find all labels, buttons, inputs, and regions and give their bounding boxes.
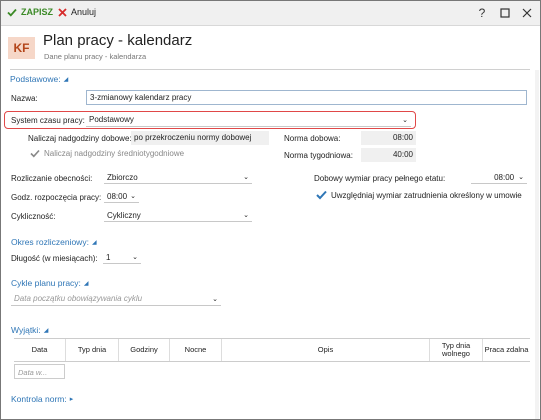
check-icon: [7, 8, 17, 17]
work-time-system-select[interactable]: Podstawowy ⌄: [86, 113, 411, 127]
chevron-down-icon: ⌄: [518, 174, 524, 181]
maximize-icon: [500, 8, 510, 18]
length-select[interactable]: 1 ⌄: [103, 251, 141, 264]
daily-fulltime-value: 08:00: [494, 172, 515, 182]
exception-date-placeholder: Data w...: [18, 368, 48, 377]
divider: [10, 69, 530, 70]
expand-icon: ▸: [69, 396, 74, 403]
overtime-daily-label: Naliczaj nadgodziny dobowe:: [28, 134, 132, 143]
save-label: ZAPISZ: [21, 7, 54, 17]
column-header-date[interactable]: Data: [14, 339, 66, 361]
collapse-icon: ◢: [43, 327, 49, 334]
section-cycles-title: Cykle planu pracy:: [11, 278, 81, 288]
name-value: 3-zmianowy kalendarz pracy: [90, 93, 192, 102]
weekly-norm-label: Norma tygodniowa:: [284, 151, 353, 160]
help-icon: ?: [478, 6, 486, 20]
chevron-down-icon: ⌄: [243, 174, 249, 181]
section-norm-control-toggle[interactable]: Kontrola norm: ▸: [11, 394, 73, 404]
chevron-down-icon: ⌄: [130, 193, 136, 200]
section-norm-control-title: Kontrola norm:: [11, 394, 67, 404]
column-header-day-type[interactable]: Typ dnia: [66, 339, 119, 361]
column-header-day-off-type[interactable]: Typ dnia wolnego: [430, 339, 483, 361]
help-button[interactable]: ?: [475, 6, 489, 20]
column-header-hours[interactable]: Godziny: [119, 339, 170, 361]
daily-fulltime-select[interactable]: 08:00 ⌄: [471, 171, 527, 184]
column-header-night[interactable]: Nocne: [170, 339, 222, 361]
include-contract-checkbox[interactable]: Uwzględniaj wymiar zatrudnienia określon…: [316, 190, 522, 200]
cyclicity-label: Cykliczność:: [11, 212, 56, 221]
cancel-button[interactable]: Anuluj: [58, 7, 96, 17]
daily-norm-value: 08:00: [361, 131, 416, 145]
toolbar: ZAPISZ Anuluj ?: [1, 1, 540, 26]
collapse-icon: ◢: [63, 76, 69, 83]
chevron-down-icon: ⌄: [212, 295, 218, 303]
work-time-system-value: Podstawowy: [89, 115, 134, 124]
close-window-button[interactable]: [520, 6, 534, 20]
start-hour-select[interactable]: 08:00 ⌄: [104, 190, 139, 203]
overtime-average-checkbox[interactable]: Naliczaj nadgodziny średniotygodniowe: [30, 149, 184, 158]
daily-norm-label: Norma dobowa:: [284, 134, 341, 143]
chevron-down-icon: ⌄: [243, 212, 249, 219]
start-hour-value: 08:00: [107, 191, 128, 201]
exceptions-table-header: Data Typ dnia Godziny Nocne Opis Typ dni…: [14, 338, 530, 362]
section-settlement-toggle[interactable]: Okres rozliczeniowy: ◢: [11, 237, 97, 247]
section-cycles-toggle[interactable]: Cykle planu pracy: ◢: [11, 278, 89, 288]
page-title: Plan pracy - kalendarz: [43, 32, 193, 49]
dialog-window: ZAPISZ Anuluj ? KF Plan pracy - kalendar…: [0, 0, 541, 420]
cancel-label: Anuluj: [71, 7, 97, 17]
attendance-label: Rozliczanie obecności:: [11, 174, 93, 183]
cycle-start-date-placeholder: Data początku obowiązywania cyklu: [14, 294, 143, 303]
check-icon: [316, 190, 327, 200]
section-exceptions-toggle[interactable]: Wyjątki: ◢: [11, 325, 48, 335]
overtime-average-label: Naliczaj nadgodziny średniotygodniowe: [44, 149, 185, 158]
cycle-start-date-select[interactable]: Data początku obowiązywania cyklu ⌄: [11, 292, 221, 306]
maximize-button[interactable]: [498, 6, 512, 20]
exception-date-input[interactable]: Data w...: [14, 364, 65, 379]
cyclicity-select[interactable]: Cykliczny ⌄: [104, 209, 252, 222]
close-icon: [58, 7, 67, 17]
work-time-system-label: System czasu pracy:: [11, 116, 85, 125]
collapse-icon: ◢: [91, 239, 97, 246]
section-exceptions-title: Wyjątki:: [11, 325, 41, 335]
section-basic-toggle[interactable]: Podstawowe: ◢: [10, 74, 68, 84]
cyclicity-value: Cykliczny: [107, 210, 141, 220]
scrollbar[interactable]: [535, 70, 539, 419]
page-subtitle: Dane planu pracy - kalendarza: [44, 52, 147, 61]
column-header-description[interactable]: Opis: [222, 339, 430, 361]
length-label: Długość (w miesiącach):: [11, 254, 98, 263]
include-contract-label: Uwzględniaj wymiar zatrudnienia określon…: [331, 190, 522, 200]
column-header-remote-work[interactable]: Praca zdalna: [483, 339, 530, 361]
overtime-daily-value: po przekroczeniu normy dobowej: [131, 131, 269, 145]
start-hour-label: Godz. rozpoczęcia pracy:: [11, 193, 102, 202]
length-value: 1: [106, 252, 111, 262]
chevron-down-icon: ⌄: [402, 116, 408, 124]
name-label: Nazwa:: [11, 94, 38, 103]
name-field[interactable]: 3-zmianowy kalendarz pracy: [86, 90, 527, 105]
close-icon: [522, 8, 532, 18]
section-settlement-title: Okres rozliczeniowy:: [11, 237, 89, 247]
attendance-value: Zbiorczo: [107, 172, 138, 182]
weekly-norm-value: 40:00: [361, 148, 416, 162]
check-icon: [30, 149, 40, 158]
save-button[interactable]: ZAPISZ: [7, 7, 53, 17]
avatar: KF: [8, 37, 35, 59]
attendance-select[interactable]: Zbiorczo ⌄: [104, 171, 252, 184]
chevron-down-icon: ⌄: [132, 254, 138, 261]
daily-fulltime-label: Dobowy wymiar pracy pełnego etatu:: [314, 174, 446, 183]
collapse-icon: ◢: [83, 280, 89, 287]
section-basic-title: Podstawowe:: [10, 74, 61, 84]
